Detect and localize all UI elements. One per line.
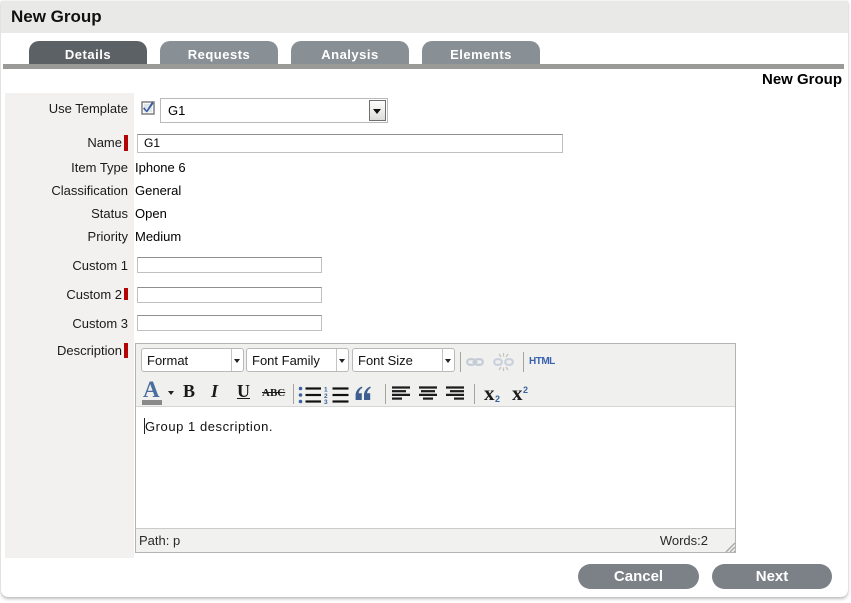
svg-text:3: 3	[324, 399, 328, 404]
